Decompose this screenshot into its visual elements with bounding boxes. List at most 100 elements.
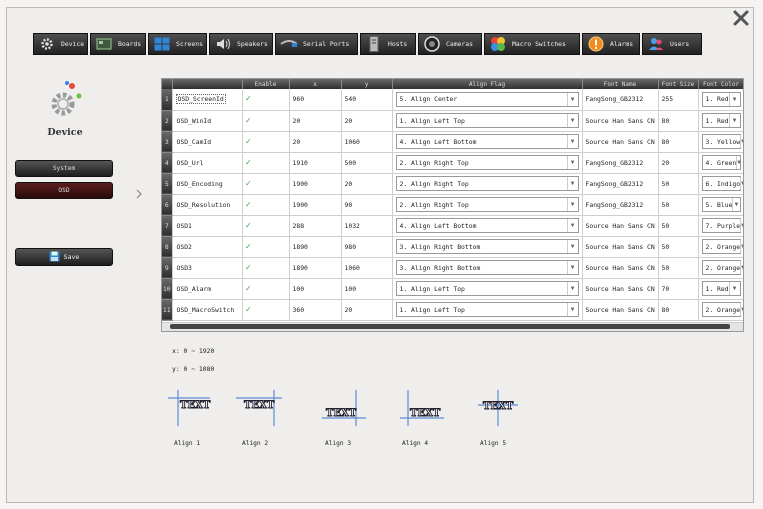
y-cell[interactable]: 1060 [341,257,393,279]
align-flag-select[interactable]: 2. Align Right Top ▼ [395,197,579,212]
table-row[interactable]: 8 OSD2 ✓ 1890 980 3. Align Right Bottom ▼ Sourc… [162,236,743,258]
checkmark-icon[interactable]: ✓ [246,242,251,252]
table-row[interactable]: 1 OSD_ScreenId ✓ 960 540 5. Align Center ▼ Fang… [162,89,743,111]
system-button[interactable]: System [15,160,113,177]
osd-name-cell[interactable]: OSD_Resolution [172,194,243,216]
font-size-cell[interactable]: 80 [658,110,699,132]
checkmark-icon[interactable]: ✓ [246,305,251,315]
x-cell[interactable]: 1890 [289,236,342,258]
font-name-cell[interactable]: FangSong_GB2312 [582,89,659,111]
tab-macro-switches[interactable]: Macro Switches [484,33,580,55]
font-name-cell[interactable]: Source Han Sans CN [582,236,659,258]
osd-button[interactable]: OSD [15,182,113,199]
font-name-cell[interactable]: Source Han Sans CN [582,257,659,279]
font-color-select[interactable]: 2. Orange▼ [701,260,743,275]
font-name-cell[interactable]: Source Han Sans CN [582,278,659,300]
osd-name-cell[interactable]: OSD_Url [172,152,243,174]
osd-name-cell[interactable]: OSD_CamId [172,131,243,153]
checkmark-icon[interactable]: ✓ [246,137,251,147]
font-color-select[interactable]: 1. Red ▼ [701,281,741,296]
align-flag-select[interactable]: 5. Align Center ▼ [395,91,579,107]
table-row[interactable]: 11 OSD_MacroSwitch ✓ 360 20 1. Align Left Top… [162,299,743,321]
align-flag-select[interactable]: 4. Align Left Bottom ▼ [395,218,579,233]
table-row[interactable]: 7 OSD1 ✓ 288 1032 4. Align Left Bottom ▼ Source… [162,215,743,237]
align-flag-select[interactable]: 3. Align Right Bottom ▼ [395,260,579,275]
font-size-cell[interactable]: 50 [658,173,699,195]
enable-cell[interactable]: ✓ [242,194,290,216]
font-size-cell[interactable]: 50 [658,236,699,258]
x-cell[interactable]: 1900 [289,194,342,216]
x-cell[interactable]: 20 [289,110,342,132]
tab-serial-ports[interactable]: Serial Ports [275,33,358,55]
font-name-cell[interactable]: FangSong_GB2312 [582,194,659,216]
font-color-select[interactable]: 4. Green ▼ [701,155,741,170]
table-row[interactable]: 5 OSD_Encoding ✓ 1900 20 2. Align Right Top ▼ F… [162,173,743,195]
checkmark-icon[interactable]: ✓ [246,158,251,168]
x-cell[interactable]: 360 [289,299,342,321]
table-row[interactable]: 6 OSD_Resolution ✓ 1900 90 2. Align Right Top… [162,194,743,216]
osd-name-cell[interactable]: OSD_Alarm [172,278,243,300]
font-size-cell[interactable]: 80 [658,131,699,153]
y-cell[interactable]: 90 [341,194,393,216]
x-cell[interactable]: 20 [289,131,342,153]
font-color-select[interactable]: 6. Indigo▼ [701,176,743,191]
font-name-cell[interactable]: FangSong_GB2312 [582,173,659,195]
font-size-cell[interactable]: 50 [658,194,699,216]
checkmark-icon[interactable]: ✓ [246,200,251,210]
y-cell[interactable]: 540 [341,89,393,111]
y-cell[interactable]: 1060 [341,131,393,153]
horizontal-scrollbar[interactable] [162,322,743,331]
y-cell[interactable]: 20 [341,110,393,132]
tab-users[interactable]: Users [642,33,702,55]
y-cell[interactable]: 20 [341,173,393,195]
scrollbar-thumb[interactable] [170,324,730,329]
enable-cell[interactable]: ✓ [242,215,290,237]
x-cell[interactable]: 1900 [289,173,342,195]
y-cell[interactable]: 500 [341,152,393,174]
osd-name-cell[interactable]: OSD1 [172,215,243,237]
save-button[interactable]: Save [15,248,113,266]
osd-name-cell[interactable]: OSD2 [172,236,243,258]
font-color-select[interactable]: 1. Red ▼ [701,113,741,128]
checkmark-icon[interactable]: ✓ [246,284,251,294]
checkmark-icon[interactable]: ✓ [246,263,251,273]
enable-cell[interactable]: ✓ [242,173,290,195]
osd-name-cell[interactable]: OSD_Encoding [172,173,243,195]
font-size-cell[interactable]: 50 [658,257,699,279]
tab-screens[interactable]: Screens [148,33,207,55]
x-cell[interactable]: 100 [289,278,342,300]
checkmark-icon[interactable]: ✓ [246,179,251,189]
align-flag-select[interactable]: 1. Align Left Top ▼ [395,302,579,317]
font-color-select[interactable]: 5. Blue ▼ [701,197,741,212]
enable-cell[interactable]: ✓ [242,299,290,321]
osd-name-cell[interactable]: OSD3 [172,257,243,279]
align-flag-select[interactable]: 3. Align Right Bottom ▼ [395,239,579,254]
tab-alarms[interactable]: Alarms [582,33,640,55]
checkmark-icon[interactable]: ✓ [246,94,251,104]
table-row[interactable]: 3 OSD_CamId ✓ 20 1060 4. Align Left Bottom ▼ So… [162,131,743,153]
osd-name-cell[interactable]: OSD_MacroSwitch [172,299,243,321]
tab-cameras[interactable]: Cameras [418,33,482,55]
enable-cell[interactable]: ✓ [242,89,290,111]
enable-cell[interactable]: ✓ [242,131,290,153]
font-size-cell[interactable]: 255 [658,89,699,111]
align-flag-select[interactable]: 2. Align Right Top ▼ [395,176,579,191]
tab-boards[interactable]: Boards [90,33,146,55]
font-size-cell[interactable]: 20 [658,152,699,174]
align-flag-select[interactable]: 1. Align Left Top ▼ [395,281,579,296]
enable-cell[interactable]: ✓ [242,110,290,132]
table-row[interactable]: 9 OSD3 ✓ 1890 1060 3. Align Right Bottom ▼ Sour… [162,257,743,279]
osd-name-cell[interactable]: OSD_WinId [172,110,243,132]
x-cell[interactable]: 960 [289,89,342,111]
font-color-select[interactable]: 7. Purple▼ [701,218,743,233]
align-flag-select[interactable]: 4. Align Left Bottom ▼ [395,134,579,149]
font-color-select[interactable]: 2. Orange▼ [701,302,743,317]
checkmark-icon[interactable]: ✓ [246,221,251,231]
tab-device[interactable]: Device [33,33,88,55]
table-row[interactable]: 2 OSD_WinId ✓ 20 20 1. Align Left Top ▼ Source … [162,110,743,132]
y-cell[interactable]: 20 [341,299,393,321]
tab-speakers[interactable]: Speakers [209,33,273,55]
font-name-cell[interactable]: Source Han Sans CN [582,110,659,132]
align-flag-select[interactable]: 1. Align Left Top ▼ [395,113,579,128]
table-row[interactable]: 10 OSD_Alarm ✓ 100 100 1. Align Left Top ▼ Sour… [162,278,743,300]
